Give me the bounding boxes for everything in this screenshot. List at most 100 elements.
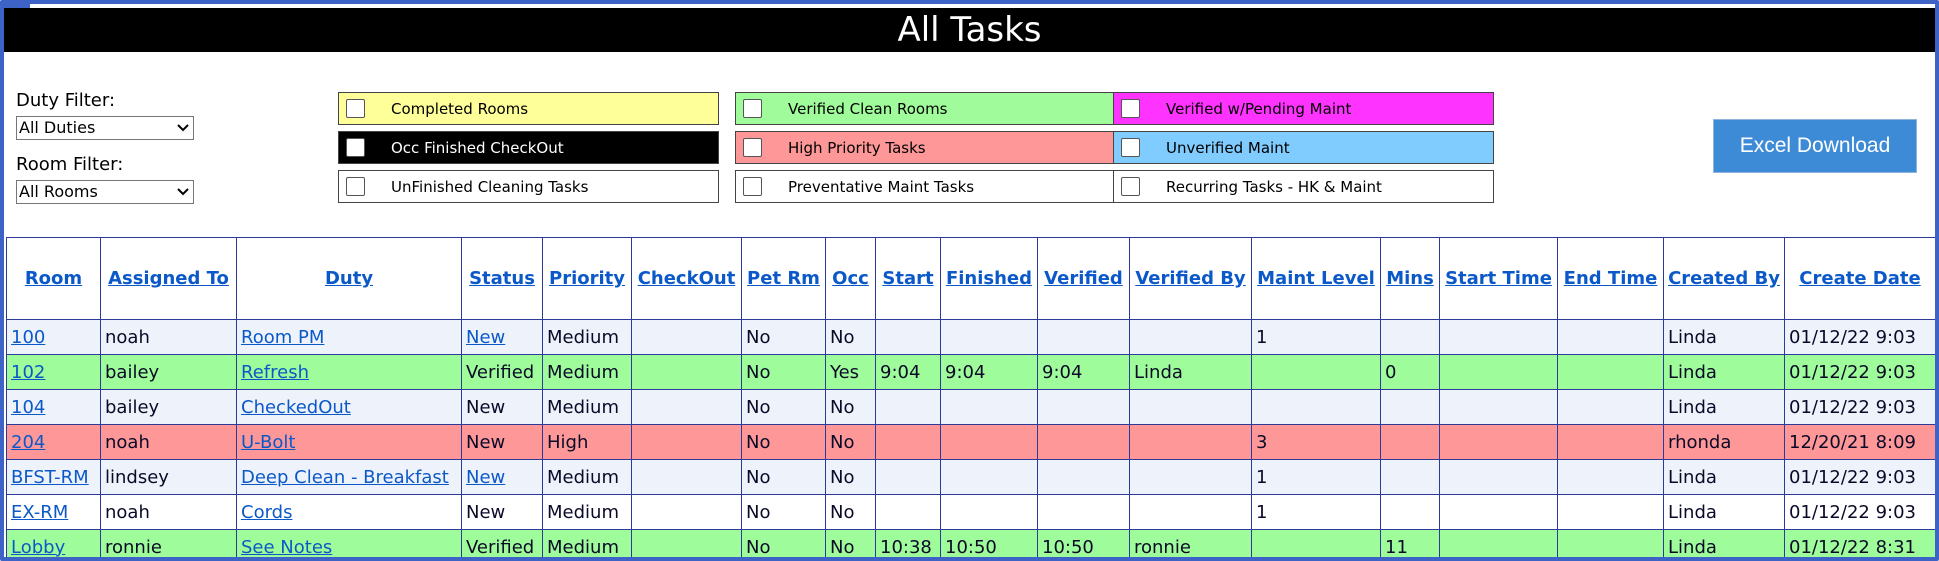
- table-cell: EX-RM: [6, 494, 101, 530]
- table-cell: Linda: [1663, 494, 1785, 530]
- table-cell: No: [825, 424, 876, 460]
- status-link[interactable]: New: [466, 467, 505, 488]
- table-cell: Linda: [1663, 459, 1785, 495]
- column-header[interactable]: Verified: [1037, 237, 1130, 320]
- table-cell: [1380, 319, 1440, 355]
- column-header[interactable]: Mins: [1380, 237, 1440, 320]
- column-header[interactable]: Finished: [940, 237, 1038, 320]
- table-cell: [1380, 389, 1440, 425]
- room-filter-label: Room Filter:: [16, 154, 124, 175]
- table-cell: Linda: [1663, 319, 1785, 355]
- table-cell: High: [542, 424, 632, 460]
- table-cell: 10:38: [875, 529, 941, 557]
- legend-item: Occ Finished CheckOut: [338, 131, 719, 164]
- legend-checkbox[interactable]: [1121, 99, 1140, 118]
- duty-link[interactable]: Deep Clean - Breakfast: [241, 467, 449, 488]
- room-link[interactable]: EX-RM: [11, 502, 68, 523]
- legend-checkbox[interactable]: [743, 138, 762, 157]
- room-link[interactable]: Lobby: [11, 537, 65, 558]
- table-cell: U-Bolt: [236, 424, 462, 460]
- table-cell: [1129, 319, 1252, 355]
- column-header[interactable]: Pet Rm: [741, 237, 826, 320]
- table-row: BFST-RM lindsey Deep Clean - Breakfast New M…: [6, 459, 1935, 495]
- column-header[interactable]: Priority: [542, 237, 632, 320]
- legend-checkbox[interactable]: [346, 138, 365, 157]
- duty-link[interactable]: Refresh: [241, 362, 309, 383]
- table-cell: Linda: [1129, 354, 1252, 390]
- table-cell: 0: [1380, 354, 1440, 390]
- table-cell: [1380, 424, 1440, 460]
- duty-link[interactable]: Room PM: [241, 327, 324, 348]
- table-cell: Medium: [542, 494, 632, 530]
- table-cell: [631, 529, 742, 557]
- table-cell: [1380, 494, 1440, 530]
- page-title: All Tasks: [4, 8, 1935, 52]
- tasks-table: Room Assigned To Duty Status Priority CheckOu…: [6, 237, 1935, 558]
- excel-download-button[interactable]: Excel Download: [1713, 119, 1917, 173]
- legend-label: Occ Finished CheckOut: [391, 138, 564, 157]
- table-cell: [1037, 389, 1130, 425]
- column-header[interactable]: Verified By: [1129, 237, 1252, 320]
- table-cell: Refresh: [236, 354, 462, 390]
- table-cell: [1129, 424, 1252, 460]
- table-cell: 01/12/22 9:03: [1784, 389, 1935, 425]
- legend-checkbox[interactable]: [743, 99, 762, 118]
- legend-checkbox[interactable]: [743, 177, 762, 196]
- column-header[interactable]: Assigned To: [100, 237, 237, 320]
- table-cell: 01/12/22 8:31: [1784, 529, 1935, 557]
- duty-link[interactable]: Cords: [241, 502, 292, 523]
- room-link[interactable]: 104: [11, 397, 45, 418]
- duty-filter-select[interactable]: All Duties: [16, 116, 194, 140]
- column-header[interactable]: Created By: [1663, 237, 1785, 320]
- table-cell: ronnie: [1129, 529, 1252, 557]
- table-cell: 204: [6, 424, 101, 460]
- column-header[interactable]: Maint Level: [1251, 237, 1381, 320]
- table-cell: [1439, 459, 1558, 495]
- room-filter-value: All Rooms: [19, 182, 98, 201]
- table-cell: BFST-RM: [6, 459, 101, 495]
- status-link[interactable]: New: [466, 327, 505, 348]
- column-header[interactable]: Status: [461, 237, 543, 320]
- table-row: Lobby ronnie See Notes Verified Medium No No 10…: [6, 529, 1935, 558]
- table-cell: New: [461, 424, 543, 460]
- room-link[interactable]: 102: [11, 362, 45, 383]
- column-header[interactable]: Occ: [825, 237, 876, 320]
- column-header[interactable]: Duty: [236, 237, 462, 320]
- legend-item: Verified Clean Rooms: [735, 92, 1116, 125]
- room-filter-select[interactable]: All Rooms: [16, 180, 194, 204]
- room-link[interactable]: 100: [11, 327, 45, 348]
- table-cell: 100: [6, 319, 101, 355]
- column-header[interactable]: CheckOut: [631, 237, 742, 320]
- legend-checkbox[interactable]: [1121, 138, 1140, 157]
- room-link[interactable]: BFST-RM: [11, 467, 89, 488]
- table-cell: [875, 459, 941, 495]
- column-header[interactable]: Start Time: [1439, 237, 1558, 320]
- table-cell: No: [741, 319, 826, 355]
- table-cell: [875, 424, 941, 460]
- table-cell: noah: [100, 494, 237, 530]
- legend-checkbox[interactable]: [1121, 177, 1140, 196]
- column-header[interactable]: Start: [875, 237, 941, 320]
- table-cell: [1439, 494, 1558, 530]
- room-link[interactable]: 204: [11, 432, 45, 453]
- table-cell: rhonda: [1663, 424, 1785, 460]
- table-cell: Cords: [236, 494, 462, 530]
- column-header[interactable]: Create Date: [1784, 237, 1935, 320]
- table-cell: 12/20/21 8:09: [1784, 424, 1935, 460]
- table-cell: [940, 389, 1038, 425]
- table-cell: [1557, 459, 1664, 495]
- table-cell: [1251, 389, 1381, 425]
- table-cell: [1251, 529, 1381, 557]
- duty-link[interactable]: See Notes: [241, 537, 332, 558]
- table-cell: [631, 389, 742, 425]
- column-header[interactable]: End Time: [1557, 237, 1664, 320]
- column-header[interactable]: Room: [6, 237, 101, 320]
- legend-checkbox[interactable]: [346, 177, 365, 196]
- duty-link[interactable]: CheckedOut: [241, 397, 351, 418]
- table-cell: No: [741, 529, 826, 557]
- table-cell: 3: [1251, 424, 1381, 460]
- table-header-row: Room Assigned To Duty Status Priority CheckOu…: [6, 237, 1935, 320]
- legend-checkbox[interactable]: [346, 99, 365, 118]
- table-cell: No: [741, 424, 826, 460]
- duty-link[interactable]: U-Bolt: [241, 432, 295, 453]
